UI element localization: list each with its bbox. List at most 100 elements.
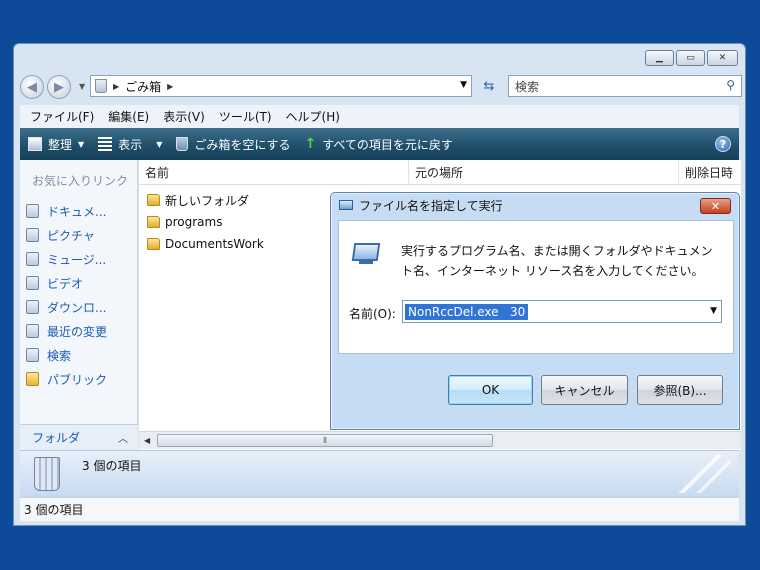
run-command-value[interactable]: NonRccDel.exe 30 xyxy=(405,303,529,320)
menu-bar: ファイル(F) 編集(E) 表示(V) ツール(T) ヘルプ(H) xyxy=(20,105,739,128)
search-icon[interactable]: ⚲ xyxy=(726,78,735,92)
scrollbar-thumb[interactable]: ⦀ xyxy=(157,434,493,447)
views-button[interactable]: 表示 ▼ xyxy=(98,136,162,153)
run-close-button[interactable]: ✕ xyxy=(700,198,731,214)
maximize-button[interactable]: ▭ xyxy=(676,50,705,66)
run-description-line: ト名、インターネット リソース名を入力してください。 xyxy=(401,264,704,278)
browse-button[interactable]: 参照(B)... xyxy=(637,375,723,405)
nav-item-searches[interactable]: 検索 xyxy=(26,343,137,367)
folder-icon xyxy=(26,372,39,386)
chevron-up-icon: ︿ xyxy=(118,434,128,445)
chevron-down-icon[interactable]: ▼ xyxy=(710,306,717,316)
nav-item-videos[interactable]: ビデオ xyxy=(26,271,137,295)
column-header-original-location[interactable]: 元の場所 xyxy=(409,159,679,185)
pictures-icon xyxy=(26,228,39,242)
run-description: 実行するプログラム名、または開くフォルダやドキュメン ト名、インターネット リソ… xyxy=(401,241,721,281)
search-placeholder: 検索 xyxy=(515,79,540,94)
nav-item-label: 検索 xyxy=(47,348,72,363)
empty-recycle-bin-button[interactable]: ごみ箱を空にする xyxy=(176,136,290,153)
nav-item-pictures[interactable]: ピクチャ xyxy=(26,223,137,247)
nav-item-label: ピクチャ xyxy=(47,228,95,243)
restore-all-label: すべての項目を元に戻す xyxy=(322,137,453,152)
organize-icon xyxy=(28,137,42,151)
views-icon xyxy=(98,137,113,151)
column-header-date-deleted[interactable]: 削除日時 xyxy=(679,160,741,185)
nav-item-public[interactable]: パブリック xyxy=(26,367,137,391)
folder-icon xyxy=(147,238,160,250)
horizontal-scrollbar[interactable]: ◀ ⦀ xyxy=(139,431,741,449)
file-name: programs xyxy=(165,215,223,229)
minimize-button[interactable]: ▁ xyxy=(645,50,674,66)
file-name: 新しいフォルダ xyxy=(165,193,250,208)
nav-item-downloads[interactable]: ダウンロ... xyxy=(26,295,137,319)
list-item[interactable]: 新しいフォルダ xyxy=(147,189,264,211)
refresh-button[interactable]: ⇆ xyxy=(478,75,500,97)
forward-arrow-icon: ▶ xyxy=(54,79,64,95)
videos-icon xyxy=(26,276,39,290)
nav-item-label: ビデオ xyxy=(47,276,84,291)
column-headers: 名前 元の場所 削除日時 xyxy=(139,159,741,185)
run-dialog-title: ファイル名を指定して実行 xyxy=(359,198,503,213)
run-dialog-body: 実行するプログラム名、または開くフォルダやドキュメン ト名、インターネット リソ… xyxy=(338,220,734,354)
run-description-line: 実行するプログラム名、または開くフォルダやドキュメン xyxy=(401,244,713,258)
recent-pages-dropdown-icon[interactable]: ▼ xyxy=(79,82,85,91)
favorite-links-list: ドキュメ... ピクチャ ミュージ... ビデオ ダウンロ... 最近の変更 検… xyxy=(20,189,137,391)
command-bar: 整理 ▼ 表示 ▼ ごみ箱を空にする ↑ すべての項目を元に戻す ? xyxy=(20,128,739,160)
details-item-count: 3 個の項目 xyxy=(82,459,142,473)
back-arrow-icon: ◀ xyxy=(27,79,37,95)
searches-icon xyxy=(26,348,39,362)
run-icon xyxy=(339,200,353,210)
address-bar[interactable]: ▶ ごみ箱 ▶ ▼ xyxy=(90,75,472,97)
chevron-down-icon: ▼ xyxy=(78,139,85,149)
restore-all-button[interactable]: ↑ すべての項目を元に戻す xyxy=(304,136,452,153)
nav-item-label: ドキュメ... xyxy=(47,204,107,219)
organize-button[interactable]: 整理 ▼ xyxy=(28,136,84,153)
close-button[interactable]: ✕ xyxy=(707,50,738,66)
status-text: 3 個の項目 xyxy=(24,503,84,517)
search-input[interactable]: 検索 ⚲ xyxy=(508,75,742,97)
folders-label: フォルダ xyxy=(32,431,81,445)
organize-label: 整理 xyxy=(48,137,73,152)
forward-button[interactable]: ▶ xyxy=(47,75,71,99)
file-items: 新しいフォルダ programs DocumentsWork xyxy=(147,189,264,255)
breadcrumb-chevron-icon[interactable]: ▶ xyxy=(167,82,173,91)
menu-view[interactable]: 表示(V) xyxy=(163,108,205,125)
nav-item-label: ミュージ... xyxy=(47,252,107,267)
favorite-links-title: お気に入りリンク xyxy=(32,174,129,188)
documents-icon xyxy=(26,204,39,218)
scroll-left-icon[interactable]: ◀ xyxy=(144,436,150,445)
breadcrumb-chevron-icon[interactable]: ▶ xyxy=(113,82,119,91)
status-bar: 3 個の項目 xyxy=(20,497,739,521)
ok-button[interactable]: OK xyxy=(448,375,533,405)
address-dropdown-icon[interactable]: ▼ xyxy=(460,80,467,90)
recycle-bin-icon xyxy=(34,457,60,491)
menu-file[interactable]: ファイル(F) xyxy=(30,108,94,125)
breadcrumb-location[interactable]: ごみ箱 xyxy=(125,78,161,95)
file-name: DocumentsWork xyxy=(165,237,264,251)
nav-item-documents[interactable]: ドキュメ... xyxy=(26,199,137,223)
menu-tools[interactable]: ツール(T) xyxy=(219,108,272,125)
folder-icon xyxy=(147,216,160,228)
nav-item-recent[interactable]: 最近の変更 xyxy=(26,319,137,343)
cancel-button[interactable]: キャンセル xyxy=(541,375,628,405)
run-dialog-title-bar[interactable]: ファイル名を指定して実行 xyxy=(331,193,739,217)
list-item[interactable]: DocumentsWork xyxy=(147,233,264,255)
restore-arrow-icon: ↑ xyxy=(304,136,317,152)
title-bar[interactable]: ▁ ▭ ✕ xyxy=(14,44,745,72)
music-icon xyxy=(26,252,39,266)
downloads-icon xyxy=(26,300,39,314)
refresh-icon: ⇆ xyxy=(483,78,495,94)
details-pane: 3 個の項目 xyxy=(20,450,739,497)
run-name-label: 名前(O): xyxy=(349,307,396,321)
column-header-name[interactable]: 名前 xyxy=(139,159,409,185)
back-button[interactable]: ◀ xyxy=(20,75,44,99)
list-item[interactable]: programs xyxy=(147,211,264,233)
details-decoration xyxy=(651,455,731,493)
menu-edit[interactable]: 編集(E) xyxy=(108,108,149,125)
recycle-bin-icon xyxy=(95,79,107,93)
folders-toggle[interactable]: フォルダ ︿ xyxy=(20,424,138,450)
help-icon[interactable]: ? xyxy=(715,136,731,152)
nav-item-music[interactable]: ミュージ... xyxy=(26,247,137,271)
menu-help[interactable]: ヘルプ(H) xyxy=(286,108,340,125)
run-command-input[interactable]: NonRccDel.exe 30 ▼ xyxy=(402,300,722,323)
